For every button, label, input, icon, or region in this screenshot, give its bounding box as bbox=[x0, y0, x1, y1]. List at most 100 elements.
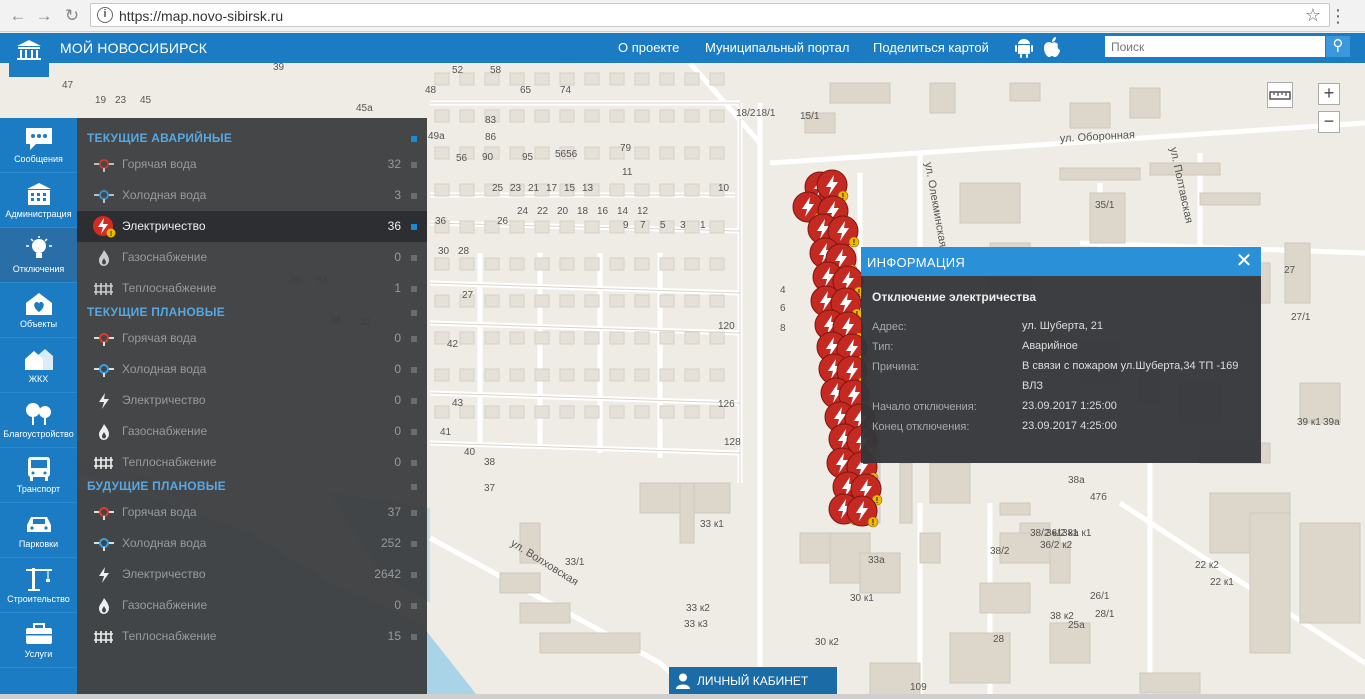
user-icon bbox=[676, 673, 690, 689]
map-building[interactable] bbox=[1249, 512, 1291, 654]
row-toggle[interactable] bbox=[411, 634, 417, 640]
outage-row-0-1[interactable]: Холодная вода 3 bbox=[77, 180, 427, 211]
map-house bbox=[534, 405, 550, 419]
row-toggle[interactable] bbox=[411, 286, 417, 292]
apple-icon[interactable] bbox=[1043, 37, 1061, 58]
map-building[interactable] bbox=[1129, 87, 1161, 119]
houses-icon bbox=[0, 346, 77, 372]
map-building[interactable] bbox=[499, 572, 541, 594]
link-about[interactable]: О проекте bbox=[618, 40, 679, 55]
map-building[interactable] bbox=[899, 462, 913, 524]
map-building[interactable] bbox=[799, 532, 831, 564]
outage-marker[interactable]: ! bbox=[846, 495, 879, 528]
row-toggle[interactable] bbox=[411, 398, 417, 404]
outage-row-0-3[interactable]: Газоснабжение 0 bbox=[77, 242, 427, 273]
outage-row-2-3[interactable]: Газоснабжение 0 bbox=[77, 590, 427, 621]
sidebar-item-6[interactable]: Транспорт bbox=[0, 448, 77, 503]
map-building[interactable] bbox=[1139, 672, 1201, 694]
row-toggle[interactable] bbox=[411, 429, 417, 435]
outage-row-2-1[interactable]: Холодная вода 252 bbox=[77, 528, 427, 559]
map-label: 39 к1 bbox=[1297, 417, 1321, 428]
map-building[interactable] bbox=[1069, 102, 1111, 129]
sidebar-item-8[interactable]: Строительство bbox=[0, 558, 77, 613]
map-building[interactable] bbox=[519, 602, 571, 624]
row-toggle[interactable] bbox=[411, 510, 417, 516]
row-toggle[interactable] bbox=[411, 603, 417, 609]
map-building[interactable] bbox=[919, 532, 941, 564]
link-share-map[interactable]: Поделиться картой bbox=[873, 40, 989, 55]
address-bar[interactable]: i https://map.novo-sibirsk.ru ☆ bbox=[90, 3, 1330, 27]
row-toggle[interactable] bbox=[411, 572, 417, 578]
outage-row-1-2[interactable]: Электричество 0 bbox=[77, 385, 427, 416]
sidebar-item-7[interactable]: Парковки bbox=[0, 503, 77, 558]
ruler-icon[interactable] bbox=[1267, 82, 1293, 108]
map-building[interactable] bbox=[539, 632, 641, 654]
sidebar-item-5[interactable]: Благоустройство bbox=[0, 393, 77, 448]
personal-cabinet-button[interactable]: ЛИЧНЫЙ КАБИНЕТ bbox=[669, 667, 837, 695]
map-house bbox=[509, 72, 525, 86]
outage-row-0-0[interactable]: Горячая вода 32 bbox=[77, 149, 427, 180]
zoom-in-button[interactable]: + bbox=[1318, 83, 1340, 105]
section-toggle-0[interactable] bbox=[411, 136, 417, 142]
map-building[interactable] bbox=[1059, 167, 1141, 181]
forward-icon[interactable]: → bbox=[34, 6, 54, 26]
browser-menu-icon[interactable]: ⋮ bbox=[1329, 6, 1347, 26]
map-label: 6 bbox=[780, 303, 786, 314]
row-toggle[interactable] bbox=[411, 255, 417, 261]
outage-row-0-4[interactable]: Теплоснабжение 1 bbox=[77, 273, 427, 304]
map-building[interactable] bbox=[999, 502, 1031, 516]
map-building[interactable] bbox=[929, 462, 971, 504]
reload-icon[interactable]: ↻ bbox=[62, 6, 82, 26]
back-icon[interactable]: ← bbox=[8, 6, 28, 26]
outage-row-2-0[interactable]: Горячая вода 37 bbox=[77, 497, 427, 528]
row-toggle[interactable] bbox=[411, 367, 417, 373]
outage-row-1-3[interactable]: Газоснабжение 0 bbox=[77, 416, 427, 447]
map-building[interactable] bbox=[929, 82, 956, 114]
field-value-end: 23.09.2017 4:25:00 bbox=[1022, 420, 1117, 432]
map-building[interactable] bbox=[1299, 522, 1361, 624]
outage-row-0-2[interactable]: ! Электричество 36 bbox=[77, 211, 427, 242]
map-building[interactable] bbox=[959, 182, 1021, 224]
map-building[interactable] bbox=[829, 82, 891, 104]
row-toggle[interactable] bbox=[411, 193, 417, 199]
map-building[interactable] bbox=[979, 582, 1031, 614]
sidebar-item-2[interactable]: Отключения bbox=[0, 228, 77, 283]
android-icon[interactable] bbox=[1015, 38, 1033, 58]
search-button[interactable]: ⚲ bbox=[1326, 36, 1350, 57]
site-logo[interactable] bbox=[9, 33, 49, 77]
row-toggle[interactable] bbox=[411, 224, 417, 230]
outage-row-1-4[interactable]: Теплоснабжение 0 bbox=[77, 447, 427, 478]
sidebar-item-1[interactable]: Администрация bbox=[0, 173, 77, 228]
search-input[interactable] bbox=[1105, 36, 1325, 57]
map-house bbox=[584, 109, 600, 123]
sidebar-item-4[interactable]: ЖКХ bbox=[0, 338, 77, 393]
close-icon[interactable]: ✕ bbox=[1233, 250, 1255, 272]
outage-row-label: Электричество bbox=[122, 567, 206, 581]
sidebar-item-0[interactable]: Сообщения bbox=[0, 118, 77, 173]
sidebar-item-3[interactable]: Объекты bbox=[0, 283, 77, 338]
section-toggle-1[interactable] bbox=[411, 310, 417, 316]
map-label: 27 bbox=[1284, 265, 1296, 276]
field-value-type: Аварийное bbox=[1022, 340, 1078, 352]
map-building[interactable] bbox=[1199, 192, 1261, 206]
outage-row-2-2[interactable]: Электричество 2642 bbox=[77, 559, 427, 590]
map-building[interactable] bbox=[1009, 82, 1041, 102]
zoom-out-button[interactable]: − bbox=[1318, 111, 1340, 133]
info-icon[interactable]: i bbox=[97, 7, 113, 23]
row-toggle[interactable] bbox=[411, 162, 417, 168]
section-toggle-2[interactable] bbox=[411, 484, 417, 490]
bookmark-star-icon[interactable]: ☆ bbox=[1305, 5, 1321, 26]
link-municipal-portal[interactable]: Муниципальный портал bbox=[705, 40, 850, 55]
sidebar-item-9[interactable]: Услуги bbox=[0, 613, 77, 668]
map-building[interactable] bbox=[679, 482, 695, 544]
row-toggle[interactable] bbox=[411, 336, 417, 342]
outage-row-1-0[interactable]: Горячая вода 0 bbox=[77, 323, 427, 354]
row-toggle[interactable] bbox=[411, 460, 417, 466]
map-house bbox=[584, 294, 600, 308]
map-house bbox=[459, 183, 475, 197]
outage-row-1-1[interactable]: Холодная вода 0 bbox=[77, 354, 427, 385]
row-toggle[interactable] bbox=[411, 541, 417, 547]
map-house bbox=[634, 109, 650, 123]
outage-row-2-4[interactable]: Теплоснабжение 15 bbox=[77, 621, 427, 652]
brand-title[interactable]: МОЙ НОВОСИБИРСК bbox=[60, 40, 207, 56]
